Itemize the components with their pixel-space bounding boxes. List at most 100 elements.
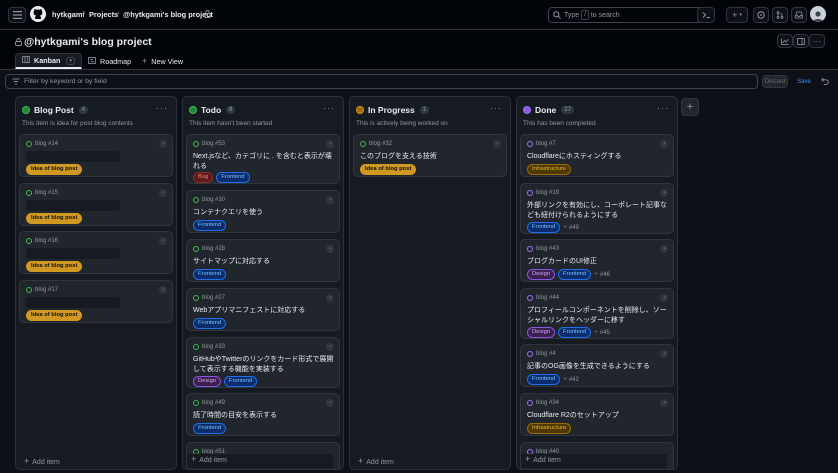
card[interactable]: blog #32 ◔ このブログを支える技術 Idea of blog post [353, 134, 507, 177]
card[interactable]: blog #16 ◔ Idea of blog post [19, 231, 173, 274]
inbox-icon[interactable] [791, 7, 807, 23]
card[interactable]: blog #53 ◔ Next.jsなど、カテゴリに . を含むと表示が壊れる … [186, 134, 340, 184]
add-item-button[interactable]: + Add item [358, 456, 394, 466]
github-logo-icon[interactable] [30, 6, 46, 24]
card[interactable]: blog #15 ◔ Idea of blog post [19, 183, 173, 226]
label-frontend[interactable]: Frontend [193, 220, 227, 231]
assignee-icon[interactable]: ◔ [660, 140, 668, 148]
assignee-icon[interactable]: ◔ [326, 294, 334, 302]
card[interactable]: blog #43 ◔ ブログカードのUI修正 Design Frontend ⑂… [520, 239, 674, 282]
card[interactable]: blog #14 ◔ Idea of blog post [19, 134, 173, 177]
filter-input[interactable]: Filter by keyword or by field [5, 74, 758, 89]
menu-icon[interactable] [8, 7, 26, 23]
assignee-icon[interactable]: ◔ [159, 140, 167, 148]
label-frontend[interactable]: Frontend [224, 376, 258, 387]
assignee-icon[interactable]: ◔ [660, 245, 668, 253]
create-new-button[interactable]: + ▾ [726, 7, 748, 23]
card-title[interactable]: サイトマップに対応する [193, 257, 335, 267]
linked-pr[interactable]: ⑂ #42 [563, 377, 579, 383]
label-bug[interactable]: Bug [193, 172, 214, 183]
label-frontend[interactable]: Frontend [527, 222, 561, 233]
search-input[interactable]: Type / to search [548, 7, 713, 23]
card-title[interactable]: ブログカードのUI修正 [527, 257, 669, 267]
card-title[interactable]: コンテナクエリを使う [193, 208, 335, 218]
undo-icon[interactable] [821, 77, 829, 87]
label-frontend[interactable]: Frontend [527, 374, 561, 385]
label-idea[interactable]: Idea of blog post [26, 213, 83, 224]
card[interactable]: blog #49 ◔ 読了時間の目安を表示する Frontend [186, 393, 340, 436]
label-idea[interactable]: Idea of blog post [360, 164, 417, 175]
card[interactable]: blog #4 ◔ 記事のOG画像を生成できるようにする Frontend ⑂ #… [520, 344, 674, 387]
label-idea[interactable]: Idea of blog post [26, 310, 83, 321]
assignee-icon[interactable]: ◔ [159, 237, 167, 245]
label-design[interactable]: Design [527, 269, 556, 280]
assignee-icon[interactable]: ◔ [660, 399, 668, 407]
card-title[interactable]: 記事のOG画像を生成できるようにする [527, 362, 669, 372]
card-title[interactable]: Webアプリマニフェストに対応する [193, 306, 335, 316]
card[interactable]: blog #44 ◔ プロフィールコンポーネントを削除し、ソーシャルリンクをヘッ… [520, 288, 674, 339]
add-item-button[interactable]: + Add item [187, 454, 333, 468]
assignee-icon[interactable]: ◔ [159, 189, 167, 197]
card[interactable]: blog #28 ◔ サイトマップに対応する Frontend [186, 239, 340, 282]
assignee-icon[interactable]: ◔ [326, 245, 334, 253]
column-menu-icon[interactable]: ··· [490, 103, 502, 113]
assignee-icon[interactable]: ◔ [326, 343, 334, 351]
assignee-icon[interactable]: ◔ [493, 140, 501, 148]
linked-pr[interactable]: ⑂ #46 [594, 272, 610, 278]
card[interactable]: blog #17 ◔ Idea of blog post [19, 280, 173, 323]
breadcrumb-project[interactable]: @hytkgami's blog project [123, 10, 213, 19]
issues-icon[interactable] [753, 7, 769, 23]
breadcrumb-owner[interactable]: hytkgami [52, 10, 84, 19]
tab-new-view[interactable]: + New View [142, 53, 183, 69]
card-title[interactable]: プロフィールコンポーネントを削除し、ソーシャルリンクをヘッダーに移す [527, 306, 669, 326]
assignee-icon[interactable]: ◔ [326, 140, 334, 148]
add-item-button[interactable]: + Add item [24, 456, 60, 466]
save-button[interactable]: Save [792, 75, 816, 88]
linked-pr[interactable]: ⑂ #49 [563, 225, 579, 231]
label-frontend[interactable]: Frontend [193, 423, 227, 434]
card-title[interactable]: 読了時間の目安を表示する [193, 411, 335, 421]
side-panel-icon[interactable] [793, 34, 809, 48]
linked-pr[interactable]: ⑂ #45 [594, 330, 610, 336]
card[interactable]: blog #34 ◔ Cloudflare R2のセットアップ Infrastr… [520, 393, 674, 436]
card[interactable]: blog #19 ◔ 外部リンクを有効にし、コーポレート記事なども紐付けられるよ… [520, 183, 674, 234]
label-frontend[interactable]: Frontend [193, 318, 227, 329]
tab-kanban[interactable]: Kanban ▾ [15, 53, 82, 69]
card[interactable]: blog #7 ◔ Cloudflareにホスティングする Infrastruc… [520, 134, 674, 177]
card[interactable]: blog #33 ◔ GitHubやTwitterのリンクをカード形式で展開して… [186, 337, 340, 388]
card-title[interactable]: このブログを支える技術 [360, 152, 502, 162]
assignee-icon[interactable]: ◔ [660, 350, 668, 358]
label-frontend[interactable]: Frontend [558, 327, 592, 338]
pull-requests-icon[interactable] [772, 7, 788, 23]
card-title[interactable]: Cloudflare R2のセットアップ [527, 411, 669, 421]
tab-roadmap[interactable]: Roadmap [88, 53, 131, 69]
command-palette-icon[interactable] [697, 7, 715, 23]
card-title[interactable]: 外部リンクを有効にし、コーポレート記事なども紐付けられるようにする [527, 201, 669, 221]
label-frontend[interactable]: Frontend [216, 172, 250, 183]
assignee-icon[interactable]: ◔ [159, 286, 167, 294]
label-infrastructure[interactable]: Infrastructure [527, 423, 572, 434]
discard-button[interactable]: Discard [762, 75, 788, 88]
label-frontend[interactable]: Frontend [558, 269, 592, 280]
more-options-icon[interactable]: ··· [809, 34, 825, 48]
label-design[interactable]: Design [527, 327, 556, 338]
card[interactable]: blog #27 ◔ Webアプリマニフェストに対応する Frontend [186, 288, 340, 331]
card-title[interactable]: Next.jsなど、カテゴリに . を含むと表示が壊れる [193, 152, 335, 172]
label-infrastructure[interactable]: Infrastructure [527, 164, 572, 175]
column-menu-icon[interactable]: ··· [323, 103, 335, 113]
user-avatar[interactable] [810, 6, 826, 22]
card[interactable]: blog #30 ◔ コンテナクエリを使う Frontend [186, 190, 340, 233]
column-menu-icon[interactable]: ··· [657, 103, 669, 113]
assignee-icon[interactable]: ◔ [326, 196, 334, 204]
add-column-button[interactable]: + [681, 98, 699, 116]
assignee-icon[interactable]: ◔ [326, 399, 334, 407]
label-idea[interactable]: Idea of blog post [26, 261, 83, 272]
card-title[interactable]: Cloudflareにホスティングする [527, 152, 669, 162]
view-options-chevron-icon[interactable]: ▾ [66, 56, 75, 65]
label-idea[interactable]: Idea of blog post [26, 164, 83, 175]
label-frontend[interactable]: Frontend [193, 269, 227, 280]
label-design[interactable]: Design [193, 376, 222, 387]
column-menu-icon[interactable]: ··· [156, 103, 168, 113]
assignee-icon[interactable]: ◔ [660, 189, 668, 197]
breadcrumb-projects[interactable]: Projects [89, 10, 118, 19]
